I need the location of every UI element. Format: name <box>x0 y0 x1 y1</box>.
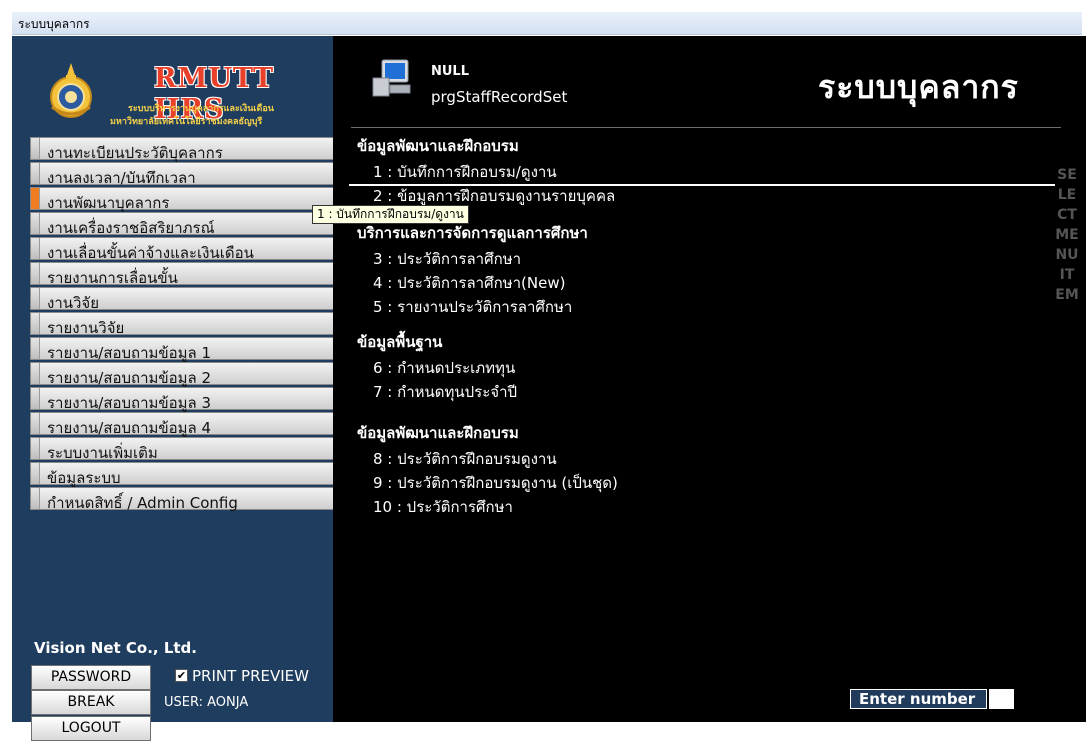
select-menu-item-vertical-text: SELECT MENU ITEM <box>1055 167 1084 303</box>
sidebar-item-marker <box>31 463 40 484</box>
null-label: NULL <box>431 64 470 79</box>
sidebar-item[interactable]: รายงาน/สอบถามข้อมูล 2 <box>30 362 340 387</box>
enter-number-input[interactable] <box>989 689 1014 709</box>
logo-subtitle-2: มหาวิทยาลัยเทคโนโลยีราชมงคลธัญบุรี <box>110 117 263 127</box>
sidebar-item[interactable]: งานทะเบียนประวัติบุคลากร <box>30 137 340 162</box>
sidebar-item-marker <box>31 413 40 434</box>
sidebar-item-label: กำหนดสิทธิ์ / Admin Config <box>47 494 238 512</box>
menu-section-title: ข้อมูลพัฒนาและฝึกอบรม <box>357 137 519 155</box>
sidebar-item[interactable]: รายงาน/สอบถามข้อมูล 4 <box>30 412 340 437</box>
program-name: prgStaffRecordSet <box>431 88 568 106</box>
sidebar-item-marker <box>31 388 40 409</box>
sidebar-item[interactable]: รายงาน/สอบถามข้อมูล 3 <box>30 387 340 412</box>
menu-item[interactable]: 6 : กำหนดประเภททุน <box>373 356 515 380</box>
sidebar-item-marker <box>31 213 40 234</box>
break-button[interactable]: BREAK <box>31 690 151 715</box>
logo-subtitle-1: ระบบบริหารงานบุคลากรและเงินเดือน <box>128 104 274 114</box>
window-titlebar: ระบบบุคลากร <box>0 0 1086 40</box>
sidebar-item[interactable]: รายงานวิจัย <box>30 312 340 337</box>
password-button[interactable]: PASSWORD <box>31 665 151 690</box>
tooltip: 1 : บันทึกการฝึกอบรม/ดูงาน <box>312 205 469 224</box>
sidebar-item[interactable]: ข้อมูลระบบ <box>30 462 340 487</box>
sidebar-item-marker <box>31 188 40 209</box>
sidebar-item[interactable]: รายงานการเลื่อนขั้น <box>30 262 340 287</box>
since-label: SINCE: 27/10/59 09:15 <box>164 721 312 736</box>
menu-item[interactable]: 8 : ประวัติการฝึกอบรมดูงาน <box>373 447 557 471</box>
sidebar-item-marker <box>31 488 40 509</box>
titlebar-bar <box>12 12 1082 35</box>
menu-section-title: บริการและการจัดการดูแลการศึกษา <box>357 224 588 242</box>
sidebar-item-marker <box>31 238 40 259</box>
sidebar-item-marker <box>31 263 40 284</box>
sidebar-item[interactable]: งานเครื่องราชอิสริยาภรณ์ <box>30 212 340 237</box>
sidebar-item-marker <box>31 288 40 309</box>
logout-button[interactable]: LOGOUT <box>31 716 151 741</box>
sidebar-item-marker <box>31 438 40 459</box>
sidebar-item[interactable]: งานพัฒนาบุคลากร <box>30 187 340 212</box>
sidebar-item[interactable]: งานเลื่อนขั้นค่าจ้างและเงินเดือน <box>30 237 340 262</box>
user-label: USER: AONJA <box>164 695 249 710</box>
sidebar-menu: งานทะเบียนประวัติบุคลากร งานลงเวลา/บันทึก… <box>30 137 340 512</box>
print-preview-label: PRINT PREVIEW <box>192 667 309 685</box>
main-panel: NULL prgStaffRecordSet ระบบบุคลากร ข้อมู… <box>333 36 1086 722</box>
sidebar-item[interactable]: ระบบงานเพิ่มเติม <box>30 437 340 462</box>
header-divider <box>351 127 1061 128</box>
menu-item[interactable]: 3 : ประวัติการลาศึกษา <box>373 247 521 271</box>
menu-item[interactable]: 5 : รายงานประวัติการลาศึกษา <box>373 295 572 319</box>
sidebar-item-marker <box>31 313 40 334</box>
sidebar: RMUTT HRS ระบบบริหารงานบุคลากรและเงินเดื… <box>12 36 340 741</box>
logo: RMUTT HRS ระบบบริหารงานบุคลากรและเงินเดื… <box>28 41 328 127</box>
sidebar-item-marker <box>31 138 40 159</box>
menu-item[interactable]: 1 : บันทึกการฝึกอบรม/ดูงาน <box>349 160 1055 186</box>
sidebar-item-marker <box>31 338 40 359</box>
menu-item[interactable]: 9 : ประวัติการฝึกอบรมดูงาน (เป็นชุด) <box>373 471 618 495</box>
sidebar-item-marker <box>31 163 40 184</box>
menu-section-title: ข้อมูลพื้นฐาน <box>357 333 443 351</box>
menu-item[interactable]: 4 : ประวัติการลาศึกษา(New) <box>373 271 565 295</box>
menu-section-title: ข้อมูลพัฒนาและฝึกอบรม <box>357 424 519 442</box>
enter-number-label: Enter number <box>850 689 987 709</box>
company-name: Vision Net Co., Ltd. <box>34 639 197 657</box>
sidebar-item[interactable]: งานลงเวลา/บันทึกเวลา <box>30 162 340 187</box>
university-emblem-icon <box>50 63 92 118</box>
page-title: ระบบบุคลากร <box>818 68 1019 106</box>
sidebar-item[interactable]: งานวิจัย <box>30 287 340 312</box>
sidebar-item[interactable]: กำหนดสิทธิ์ / Admin Config <box>30 487 340 512</box>
sidebar-item[interactable]: รายงาน/สอบถามข้อมูล 1 <box>30 337 340 362</box>
window-title: ระบบบุคลากร <box>18 17 90 31</box>
menu-item[interactable]: 10 : ประวัติการศึกษา <box>373 495 513 519</box>
sidebar-item-marker <box>31 363 40 384</box>
menu-item[interactable]: 7 : กำหนดทุนประจำปี <box>373 380 517 404</box>
print-preview-checkbox[interactable]: ✔ <box>175 669 188 682</box>
computer-icon <box>372 59 411 97</box>
